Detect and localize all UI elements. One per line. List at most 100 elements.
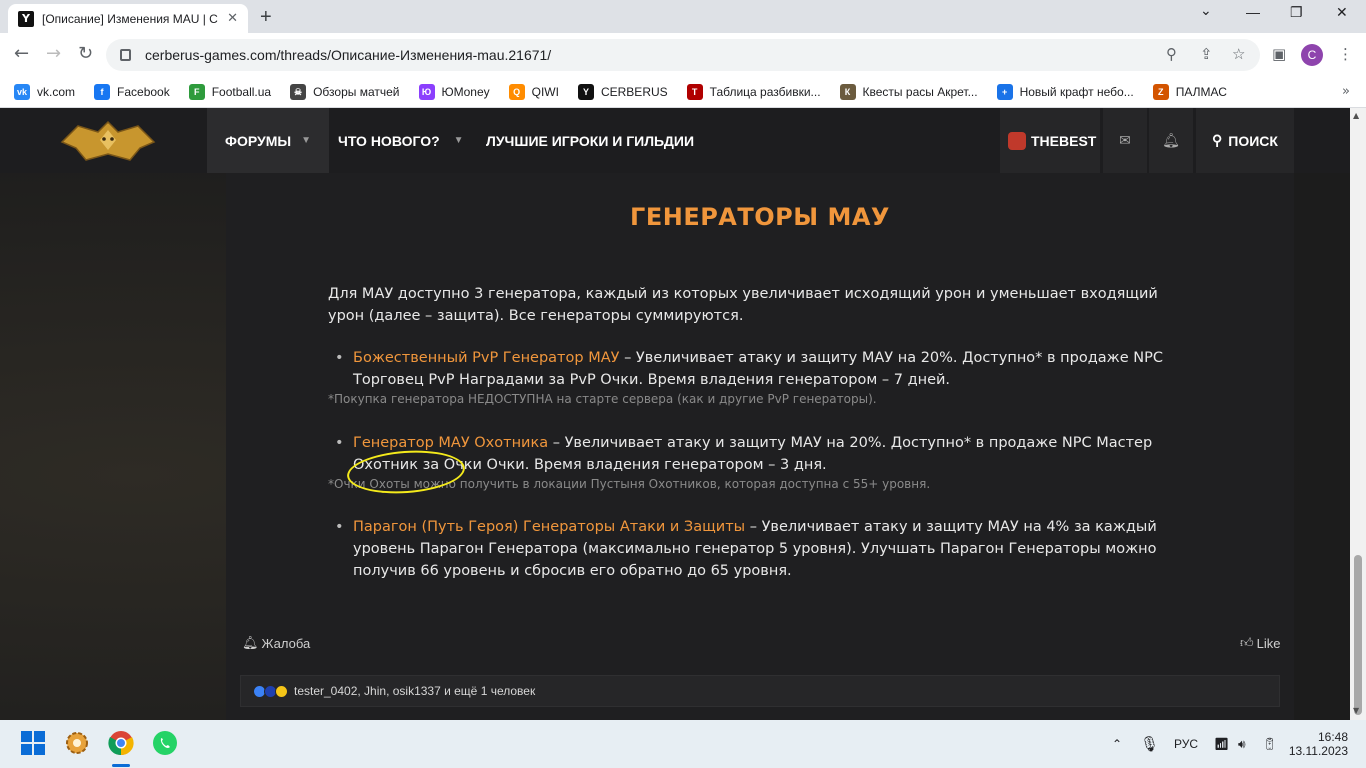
bookmark-label: Квесты расы Акрет...: [862, 85, 978, 99]
clock-time: 16:48: [1317, 730, 1348, 744]
bookmark-item[interactable]: F Football.ua: [188, 84, 272, 100]
nav-whats-new[interactable]: ЧТО НОВОГО? ▼: [338, 108, 464, 173]
generator-link[interactable]: Парагон (Путь Героя) Генераторы Атаки и …: [353, 519, 745, 535]
close-window-button[interactable]: ✕: [1336, 4, 1348, 21]
bookmarks-bar: vk vk.com f Facebook F Football.ua ☠ Обзоры мат…: [0, 77, 1366, 108]
bookmark-label: QIWI: [531, 85, 559, 99]
language-indicator[interactable]: РУС: [1174, 720, 1198, 768]
scroll-down-icon[interactable]: ▼: [1353, 706, 1359, 715]
alerts-bell-icon[interactable]: 🔔︎: [1149, 108, 1193, 173]
whatsapp-icon[interactable]: [152, 730, 178, 756]
url-text: cerberus-games.com/threads/Описание-Изме…: [145, 47, 552, 63]
profile-avatar[interactable]: C: [1301, 44, 1323, 66]
report-button[interactable]: 🔔︎ Жалоба: [242, 635, 310, 651]
nav-forums[interactable]: ФОРУМЫ ▼: [207, 108, 329, 173]
thumbs-up-icon: 👍︎: [1240, 635, 1254, 650]
bookmark-label: ПАЛМАС: [1175, 85, 1227, 99]
tab-title: [Описание] Изменения MAU | C: [42, 11, 218, 26]
zoom-search-icon[interactable]: ⚲: [1166, 45, 1177, 63]
web-page: ФОРУМЫ ▼ ЧТО НОВОГО? ▼ ЛУЧШИЕ ИГРОКИ И Г…: [0, 108, 1350, 720]
bookmark-item[interactable]: Ю ЮMoney: [418, 84, 490, 100]
search-button[interactable]: ⚲ ПОИСК: [1212, 108, 1278, 173]
bookmark-item[interactable]: Y CERBERUS: [577, 84, 668, 100]
settings-gear-icon[interactable]: [64, 730, 90, 756]
battery-icon[interactable]: 🔋︎: [1262, 720, 1277, 768]
post-heading: ГЕНЕРАТОРЫ МАУ: [630, 203, 890, 231]
volume-icon[interactable]: 🔊︎: [1238, 720, 1246, 768]
bookmark-label: CERBERUS: [600, 85, 668, 99]
bookmark-item[interactable]: Q QIWI: [508, 84, 559, 100]
tab-favicon-icon: Y: [18, 10, 34, 27]
generator-link[interactable]: Генератор МАУ Охотника: [353, 435, 548, 451]
chevron-down-icon: ▼: [453, 135, 464, 146]
bookmark-favicon-icon: Ю: [418, 84, 435, 100]
tab-search-chevron-icon[interactable]: ⌄: [1200, 2, 1212, 19]
microphone-icon[interactable]: 🎙︎: [1140, 720, 1159, 768]
chevron-down-icon: ▼: [301, 135, 311, 146]
browser-tab[interactable]: Y [Описание] Изменения MAU | C ✕: [8, 4, 248, 33]
bookmark-item[interactable]: + Новый крафт небо...: [996, 84, 1134, 100]
bookmarks-overflow-icon[interactable]: »: [1342, 84, 1350, 99]
bookmark-star-icon[interactable]: ☆: [1232, 45, 1245, 63]
nav-top-players[interactable]: ЛУЧШИЕ ИГРОКИ И ГИЛЬДИИ: [486, 108, 694, 173]
user-menu[interactable]: THEBEST: [1008, 108, 1096, 173]
user-avatar-icon: [1008, 131, 1026, 150]
new-tab-button[interactable]: +: [260, 6, 272, 29]
scroll-up-icon[interactable]: ▲: [1353, 111, 1359, 120]
bookmark-label: Таблица разбивки...: [709, 85, 821, 99]
cerberus-logo-icon[interactable]: [60, 118, 156, 164]
windows-start-icon[interactable]: [20, 730, 46, 756]
site-header: ФОРУМЫ ▼ ЧТО НОВОГО? ▼ ЛУЧШИЕ ИГРОКИ И Г…: [0, 108, 1350, 173]
forward-button[interactable]: →: [46, 43, 61, 64]
clock-date: 13.11.2023: [1288, 744, 1348, 758]
scroll-thumb[interactable]: [1354, 555, 1362, 715]
bookmark-item[interactable]: ☠ Обзоры матчей: [290, 84, 400, 100]
post-content: ГЕНЕРАТОРЫ МАУ Для МАУ доступно 3 генера…: [226, 173, 1294, 720]
menu-kebab-icon[interactable]: ⋮: [1338, 45, 1353, 63]
windows-taskbar: ⌃ 🎙︎ РУС 📶︎ 🔊︎ 🔋︎ 16:48 13.11.2023: [0, 720, 1366, 768]
reactions-users[interactable]: tester_0402, Jhin, osik1337 и ещё 1 чело…: [294, 684, 535, 698]
bookmark-label: Обзоры матчей: [313, 85, 400, 99]
bookmark-item[interactable]: T Таблица разбивки...: [686, 84, 821, 100]
tab-close-icon[interactable]: ✕: [227, 11, 238, 26]
bookmark-favicon-icon: К: [839, 84, 856, 100]
bookmark-favicon-icon: F: [188, 84, 205, 100]
search-icon: ⚲: [1212, 132, 1223, 148]
maximize-button[interactable]: ❐: [1290, 4, 1303, 21]
wifi-icon[interactable]: 📶︎: [1214, 720, 1229, 768]
chrome-icon[interactable]: [108, 730, 134, 756]
bookmark-item[interactable]: Z ПАЛМАС: [1152, 84, 1227, 100]
bookmark-favicon-icon: ☠: [290, 84, 307, 100]
bookmark-item[interactable]: К Квесты расы Акрет...: [839, 84, 978, 100]
reload-button[interactable]: ↻: [78, 43, 93, 64]
address-bar[interactable]: cerberus-games.com/threads/Описание-Изме…: [106, 39, 1260, 71]
bookmark-label: vk.com: [37, 85, 76, 99]
bookmark-item[interactable]: vk vk.com: [14, 84, 75, 100]
generator-link[interactable]: Божественный PvP Генератор МАУ: [353, 350, 619, 366]
show-hidden-icons-chevron-icon[interactable]: ⌃: [1112, 720, 1122, 768]
page-scrollbar[interactable]: ▲ ▼: [1350, 108, 1366, 720]
post-intro: Для МАУ доступно 3 генератора, каждый из…: [328, 286, 1158, 324]
lock-icon: [120, 49, 131, 61]
bookmark-label: Facebook: [117, 85, 170, 99]
minimize-button[interactable]: —: [1246, 4, 1260, 20]
bell-icon: 🔔︎: [242, 635, 259, 650]
bookmark-label: Football.ua: [211, 85, 272, 99]
bookmark-label: ЮMoney: [441, 85, 490, 99]
bookmark-favicon-icon: +: [996, 84, 1013, 100]
bookmark-label: Новый крафт небо...: [1019, 85, 1134, 99]
clock[interactable]: 16:48 13.11.2023: [1288, 720, 1348, 768]
browser-tab-strip: Y [Описание] Изменения MAU | C ✕ + ⌄ — ❐…: [0, 0, 1366, 33]
share-icon[interactable]: ⇪: [1200, 45, 1213, 63]
side-panel-icon[interactable]: ▣: [1272, 45, 1286, 63]
back-button[interactable]: ←: [14, 43, 29, 64]
list-item: • Генератор МАУ Охотника – Увеличивает а…: [335, 435, 1153, 473]
reactions-bar[interactable]: tester_0402, Jhin, osik1337 и ещё 1 чело…: [240, 675, 1280, 707]
bookmark-favicon-icon: vk: [14, 84, 30, 100]
like-button[interactable]: 👍︎ Like: [1240, 635, 1280, 651]
laugh-reaction-icon: [275, 684, 288, 698]
bookmark-favicon-icon: Q: [508, 84, 525, 100]
bookmark-item[interactable]: f Facebook: [94, 84, 170, 100]
bookmark-favicon-icon: f: [94, 84, 111, 100]
messages-envelope-icon[interactable]: ✉: [1103, 108, 1147, 173]
